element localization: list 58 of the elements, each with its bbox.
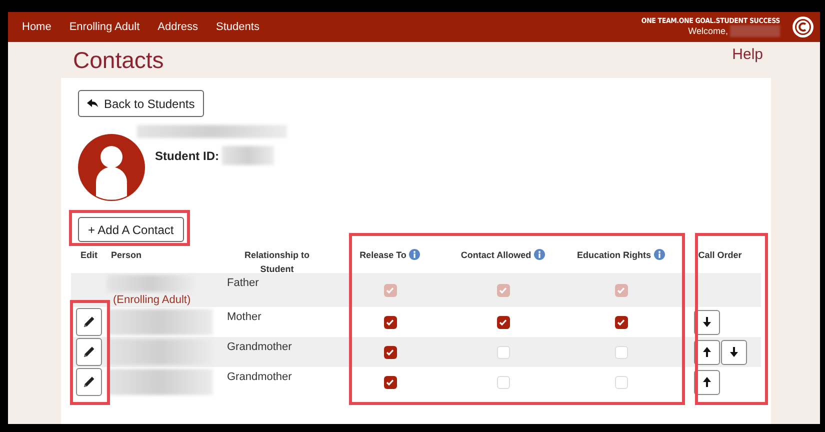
relationship-text: Grandmother [227,341,292,353]
column-header: Contact Allowed [460,249,532,262]
check-icon [386,286,394,294]
student-id-label: Student ID: [155,148,219,162]
column-header: Education Rights [577,249,651,262]
column-header: Relationship to Student [244,249,310,276]
relationship-text: Grandmother [227,371,292,383]
checkbox[interactable] [614,376,628,388]
relationship-text: Mother [227,311,262,323]
check-icon [499,318,507,326]
checkbox[interactable] [384,316,396,328]
nav-link[interactable]: Enrolling Adult [69,21,140,33]
back-button[interactable]: Back to Students [78,90,204,117]
relationship-text: Father [227,277,259,289]
column-header: Person [111,249,142,262]
redacted-name [730,25,780,37]
arrow-up-icon [703,347,711,357]
edit-button[interactable] [76,368,102,396]
column-header: Release To [360,249,406,262]
welcome-text: Welcome, [688,26,728,36]
page-title: Contacts [73,47,164,74]
add-contact-button[interactable]: + Add A Contact [78,217,184,242]
arrow-down-icon [730,347,738,357]
nav-link[interactable]: Home [22,21,52,33]
checkbox[interactable] [384,376,396,388]
checkbox[interactable] [496,346,510,358]
checkbox[interactable] [496,376,510,388]
arrow-up-icon [703,377,711,387]
column-header: Edit [80,249,98,262]
nav-link[interactable]: Address [158,21,198,33]
check-icon [617,286,625,294]
check-icon [499,286,507,294]
help-link[interactable]: Help [732,46,763,63]
back-arrow-icon [87,99,98,108]
column-header: Call Order [698,249,742,262]
checkbox[interactable] [614,316,628,328]
check-icon [386,378,394,386]
info-icon [409,249,420,260]
check-icon [386,348,394,356]
info-icon [654,249,665,260]
arrow-down-icon [703,317,711,327]
logo-icon [792,16,814,38]
pencil-icon [82,375,96,389]
edit-button[interactable] [76,308,102,336]
checkbox[interactable] [384,346,396,358]
nav-link[interactable]: Students [216,21,260,33]
edit-button[interactable] [76,338,102,366]
checkbox[interactable] [614,346,628,358]
check-icon [386,318,394,326]
pencil-icon [82,315,96,329]
redacted-id [222,146,274,165]
checkbox[interactable] [496,316,510,328]
move-down-button[interactable] [721,340,747,364]
check-icon [617,318,625,326]
info-icon [534,249,546,260]
pencil-icon [82,345,96,359]
enrolling-adult-note: (Enrolling Adult) [113,294,192,307]
avatar-icon [78,134,145,201]
